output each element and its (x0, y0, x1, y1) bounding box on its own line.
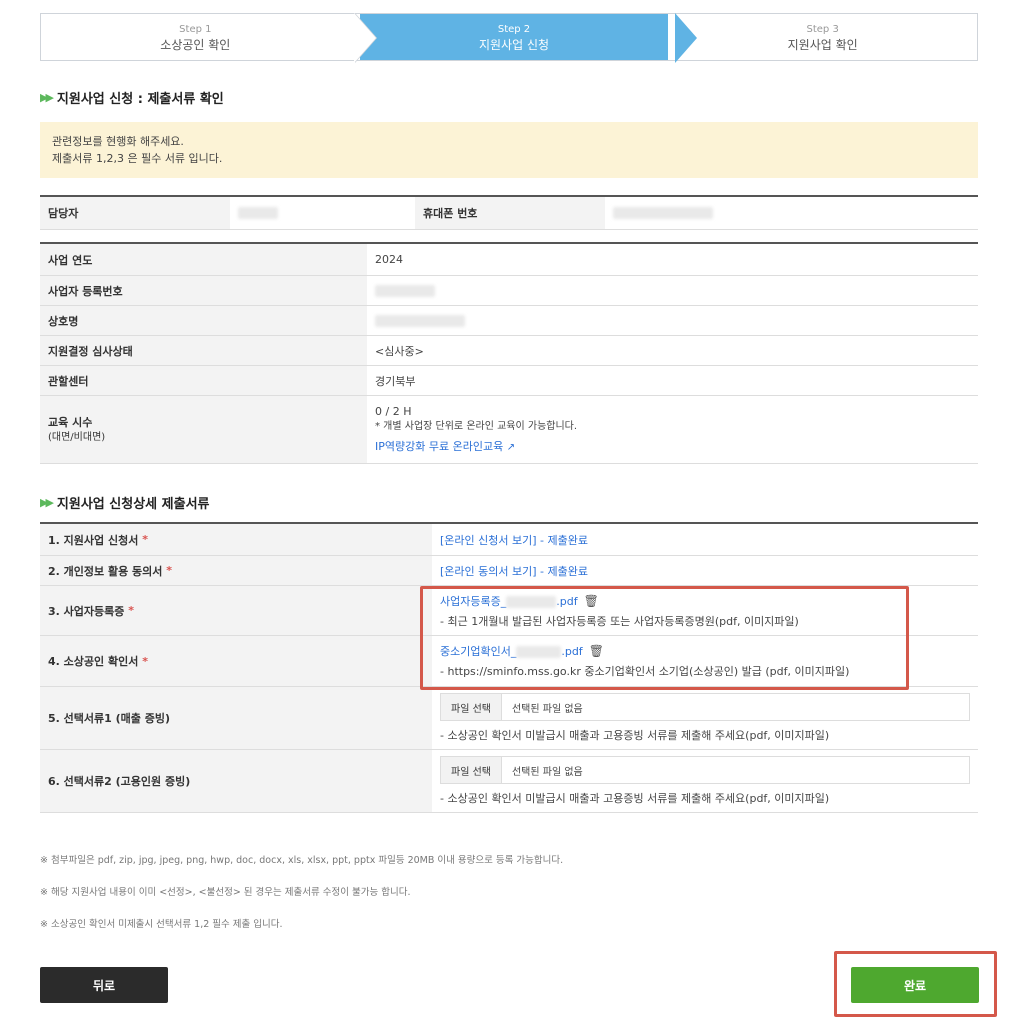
doc-row-1: 1. 지원사업 신청서 * [온라인 신청서 보기] - 제출완료 (40, 524, 978, 556)
edu-hours: 0 / 2 H (375, 405, 412, 418)
section-title-text: 지원사업 신청 : 제출서류 확인 (56, 92, 224, 107)
phone-value (605, 197, 978, 229)
step-2: Step 2 지원사업 신청 (359, 14, 669, 60)
required-mark: * (142, 654, 148, 668)
highlight-box-uploaded-files (420, 586, 909, 690)
doc-6-hint: - 소상공인 확인서 미발급시 매출과 고용증빙 서류를 제출해 주세요(pdf… (440, 792, 830, 805)
doc-3-label: 3. 사업자등록증 * (40, 586, 432, 635)
required-mark: * (142, 533, 148, 546)
step-3-title: 지원사업 확인 (787, 38, 858, 52)
manager-label: 담당자 (40, 197, 230, 229)
doc-row-5: 5. 선택서류1 (매출 증빙) 파일 선택 선택된 파일 없음 - 소상공인 … (40, 687, 978, 750)
center-value: 경기북부 (375, 374, 416, 388)
step-1: Step 1 소상공인 확인 (41, 14, 360, 60)
doc-6-label: 6. 선택서류2 (고용인원 증빙) (40, 750, 432, 812)
online-education-link[interactable]: IP역량강화 무료 온라인교육 (375, 440, 503, 453)
doc-6-value: 파일 선택 선택된 파일 없음 - 소상공인 확인서 미발급시 매출과 고용증빙… (432, 750, 970, 812)
edu-label-1: 교육 시수 (48, 415, 93, 429)
step-1-num: Step 1 (179, 24, 212, 35)
edu-value: 0 / 2 H * 개별 사업장 단위로 온라인 교육이 가능합니다. IP역량… (367, 396, 577, 463)
edu-link-wrap: IP역량강화 무료 온라인교육 ↗ (375, 439, 515, 455)
notice-box: 관련정보를 현행화 해주세요. 제출서류 1,2,3 은 필수 서류 입니다. (40, 122, 978, 178)
back-button[interactable]: 뒤로 (40, 967, 168, 1003)
edu-label: 교육 시수 (대면/비대면) (40, 396, 367, 463)
step-1-title: 소상공인 확인 (160, 38, 231, 52)
phone-label: 휴대폰 번호 (415, 197, 605, 229)
doc-6-file-input[interactable]: 파일 선택 선택된 파일 없음 (440, 756, 970, 784)
info-row-bizno: 사업자 등록번호 (40, 276, 978, 306)
center-label: 관할센터 (40, 366, 367, 395)
section-title-submit-docs: ▶▶ 지원사업 신청 : 제출서류 확인 (40, 88, 224, 107)
step-3-num: Step 3 (806, 24, 839, 35)
bizno-label: 사업자 등록번호 (40, 276, 367, 305)
file-status: 선택된 파일 없음 (511, 703, 583, 715)
choose-file-button[interactable]: 파일 선택 (441, 757, 502, 783)
doc-1-label: 1. 지원사업 신청서 * (40, 524, 432, 555)
year-label: 사업 연도 (40, 244, 367, 275)
double-chevron-icon: ▶▶ (40, 91, 54, 104)
external-link-icon: ↗ (506, 442, 516, 453)
step-3: Step 3 지원사업 확인 (668, 14, 977, 60)
note-1: ※ 첨부파일은 pdf, zip, jpg, jpeg, png, hwp, d… (40, 855, 564, 866)
done-button[interactable]: 완료 (851, 967, 979, 1003)
status-value: <심사중> (375, 344, 424, 358)
info-row-center: 관할센터 경기북부 (40, 366, 978, 396)
step-divider-arrow (354, 13, 376, 63)
doc-5-label: 5. 선택서류1 (매출 증빙) (40, 687, 432, 749)
doc-2-label: 2. 개인정보 활용 동의서 * (40, 556, 432, 585)
required-mark: * (166, 564, 173, 577)
contact-row: 담당자 휴대폰 번호 (40, 197, 978, 230)
step-active-arrow (675, 13, 697, 63)
choose-file-button[interactable]: 파일 선택 (441, 694, 502, 720)
edu-note: * 개별 사업장 단위로 온라인 교육이 가능합니다. (375, 421, 578, 432)
doc-4-label: 4. 소상공인 확인서 * (40, 636, 432, 686)
step-2-num: Step 2 (497, 24, 531, 35)
status-label: 지원결정 심사상태 (40, 336, 367, 365)
year-value: 2024 (375, 253, 403, 266)
step-2-title: 지원사업 신청 (478, 38, 550, 52)
doc-1-label-text: 1. 지원사업 신청서 (48, 533, 139, 547)
info-row-education: 교육 시수 (대면/비대면) 0 / 2 H * 개별 사업장 단위로 온라인 … (40, 396, 978, 464)
note-3: ※ 소상공인 확인서 미제출시 선택서류 1,2 필수 제출 입니다. (40, 919, 283, 930)
info-row-year: 사업 연도 2024 (40, 244, 978, 276)
double-chevron-icon: ▶▶ (40, 496, 54, 509)
doc-1-value: [온라인 신청서 보기] - 제출완료 (432, 524, 588, 555)
doc-row-2: 2. 개인정보 활용 동의서 * [온라인 동의서 보기] - 제출완료 (40, 556, 978, 586)
company-value (367, 306, 465, 335)
info-row-status: 지원결정 심사상태 <심사중> (40, 336, 978, 366)
contact-table: 담당자 휴대폰 번호 (40, 195, 978, 230)
view-online-consent-link[interactable]: [온라인 동의서 보기] - 제출완료 (440, 563, 588, 579)
doc-row-6: 6. 선택서류2 (고용인원 증빙) 파일 선택 선택된 파일 없음 - 소상공… (40, 750, 978, 813)
doc-2-value: [온라인 동의서 보기] - 제출완료 (432, 556, 588, 585)
edu-label-2: (대면/비대면) (48, 431, 106, 443)
section-title-detail-docs: ▶▶ 지원사업 신청상세 제출서류 (40, 493, 210, 512)
doc-5-hint: - 소상공인 확인서 미발급시 매출과 고용증빙 서류를 제출해 주세요(pdf… (440, 729, 830, 742)
step-indicator: Step 1 소상공인 확인 Step 2 지원사업 신청 Step 3 지원사… (40, 13, 978, 63)
doc-2-label-text: 2. 개인정보 활용 동의서 (48, 564, 163, 578)
required-mark: * (128, 604, 134, 617)
business-info-table: 사업 연도 2024 사업자 등록번호 상호명 지원결정 심사상태 <심사중> … (40, 242, 978, 464)
bizno-value (367, 276, 435, 305)
section-title-text: 지원사업 신청상세 제출서류 (56, 497, 210, 512)
doc-5-value: 파일 선택 선택된 파일 없음 - 소상공인 확인서 미발급시 매출과 고용증빙… (432, 687, 970, 749)
info-row-company: 상호명 (40, 306, 978, 336)
notice-line-1: 관련정보를 현행화 해주세요. (52, 135, 184, 148)
file-status: 선택된 파일 없음 (511, 766, 583, 778)
note-2: ※ 해당 지원사업 내용이 이미 <선정>, <불선정> 된 경우는 제출서류 … (40, 887, 411, 898)
notice-line-2: 제출서류 1,2,3 은 필수 서류 입니다. (52, 152, 223, 165)
company-label: 상호명 (40, 306, 367, 335)
doc-3-label-text: 3. 사업자등록증 (48, 604, 125, 618)
view-online-application-link[interactable]: [온라인 신청서 보기] - 제출완료 (440, 532, 588, 548)
doc-5-file-input[interactable]: 파일 선택 선택된 파일 없음 (440, 693, 970, 721)
doc-4-label-text: 4. 소상공인 확인서 (48, 655, 139, 668)
manager-value (230, 197, 415, 229)
